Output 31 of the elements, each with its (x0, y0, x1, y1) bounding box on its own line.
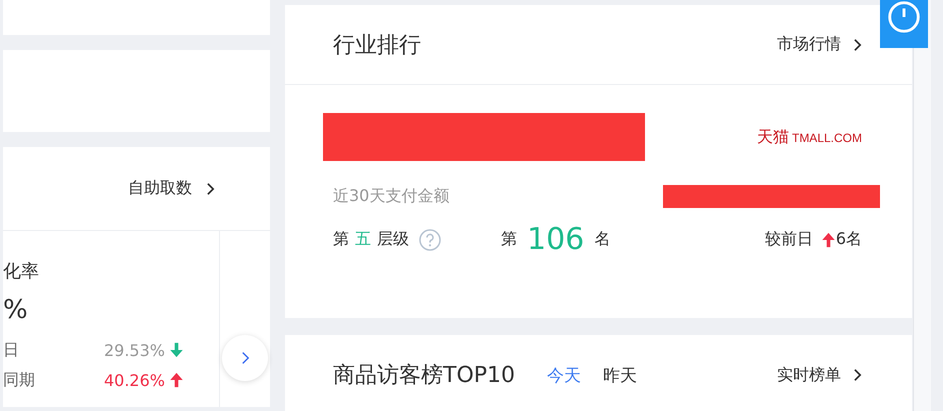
chevron-icon (853, 368, 862, 382)
change-label: 较前日 (764, 229, 813, 250)
tab[interactable]: 昨天 (603, 364, 638, 386)
metric-title: 化率 (3, 260, 40, 283)
metric-label: 日 (3, 340, 20, 360)
tier-value: 五 (355, 229, 371, 250)
metric-value: 29.53% (102, 340, 165, 360)
logo-text: 天猫 (756, 126, 789, 148)
chevron-icon (206, 182, 215, 196)
tab[interactable]: 今天 (547, 364, 582, 386)
tier-suffix: 层级 (377, 229, 409, 250)
scrollbar[interactable] (913, 0, 931, 411)
logo-domain: TMALL.COM (792, 130, 862, 144)
chevron-icon (240, 350, 250, 366)
rank-suffix: 名 (594, 229, 610, 250)
floating-button[interactable] (880, 0, 928, 48)
card-title: 行业排行 (333, 32, 421, 60)
link[interactable]: 实时榜单 (777, 364, 841, 386)
link[interactable]: 自助取数 (128, 178, 192, 199)
link[interactable]: 市场行情 (777, 34, 841, 55)
help-icon[interactable] (419, 228, 441, 250)
rank-number: 106 (527, 222, 584, 257)
metric-main-value: % (3, 295, 29, 325)
metric-value: 40.26% (102, 370, 165, 390)
metric-label: 同期 (3, 370, 36, 390)
card-title: 商品访客榜TOP10 (333, 362, 516, 390)
amount-label: 近30天支付金额 (333, 186, 450, 207)
tier-prefix: 第 (333, 229, 349, 250)
chevron-icon (853, 38, 862, 52)
rank-prefix: 第 (501, 229, 517, 250)
change-value: 6名 (836, 229, 862, 250)
